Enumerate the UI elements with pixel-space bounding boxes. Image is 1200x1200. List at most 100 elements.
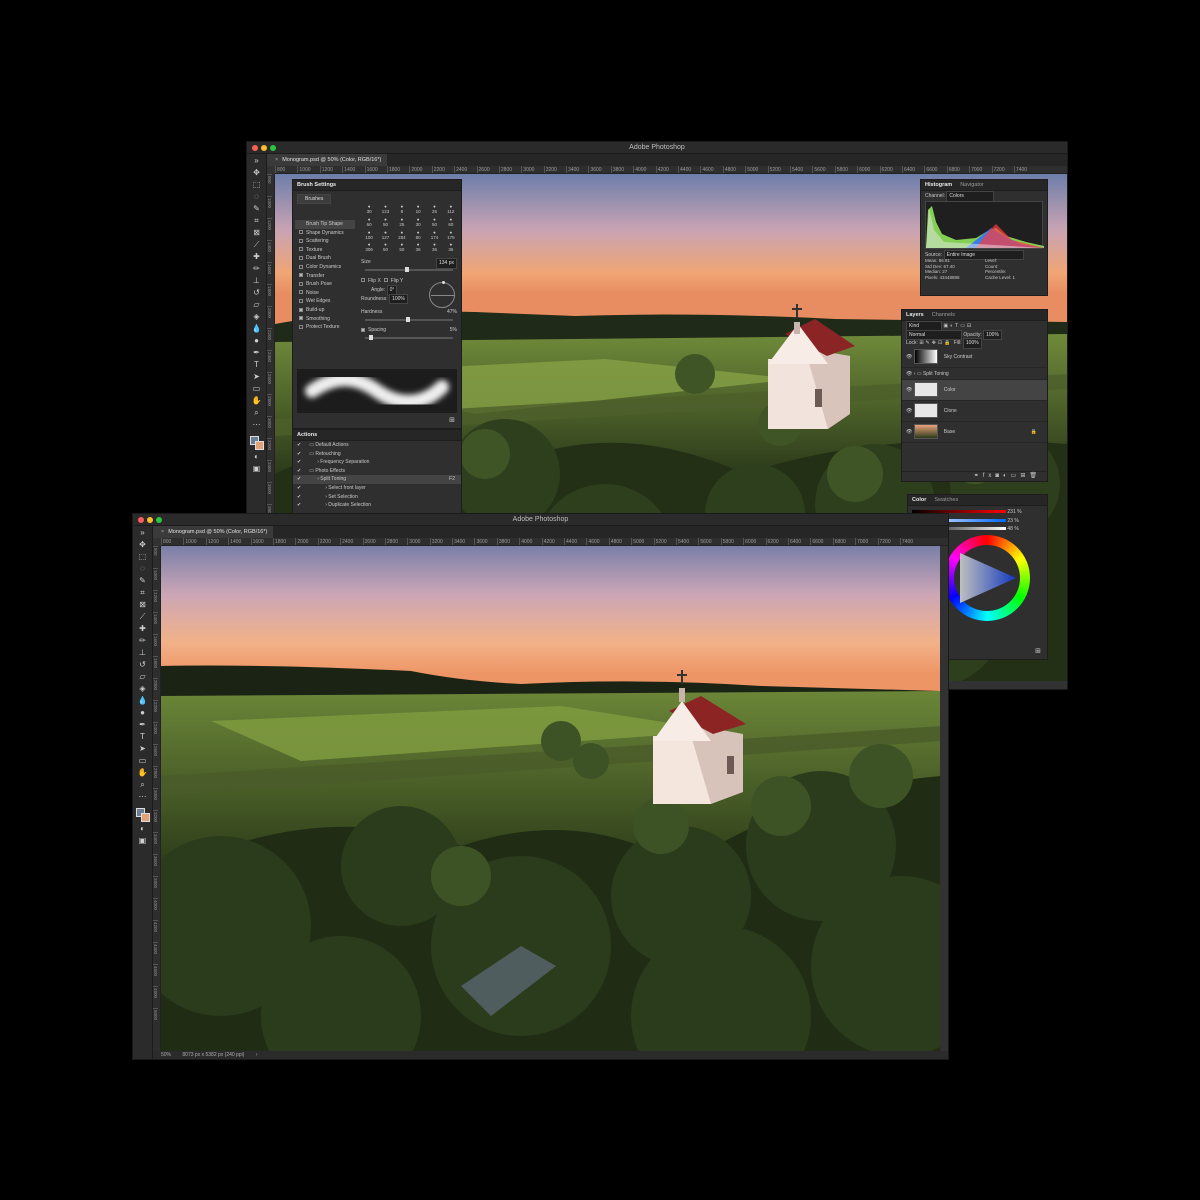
visibility-eye-icon[interactable]: 👁: [906, 354, 914, 360]
adjustment-layer-icon[interactable]: ◐: [1003, 473, 1011, 479]
healing-brush-tool-icon[interactable]: ✚: [138, 624, 148, 634]
action-item[interactable]: ✔ › Set Selection: [293, 493, 461, 502]
lasso-tool-icon[interactable]: ◌: [138, 564, 148, 574]
size-slider[interactable]: [365, 266, 453, 272]
dodge-tool-icon[interactable]: ●: [252, 336, 262, 346]
paint-bucket-tool-icon[interactable]: ◈: [138, 684, 148, 694]
more-tools-icon[interactable]: ⋯: [252, 420, 262, 430]
brush-tip-preset[interactable]: ● 36: [443, 242, 459, 254]
histogram-tab[interactable]: Histogram: [925, 182, 952, 188]
brush-option-color-dynamics[interactable]: Color Dynamics: [295, 263, 355, 272]
new-group-icon[interactable]: ▭: [1011, 473, 1021, 479]
eyedropper-tool-icon[interactable]: ⟋: [252, 240, 262, 250]
quick-select-tool-icon[interactable]: ✎: [252, 204, 262, 214]
brush-tip-preset[interactable]: ● 30: [410, 217, 426, 229]
background-color-swatch[interactable]: [254, 441, 264, 450]
color-panel-add-icon[interactable]: ⊞: [1035, 647, 1041, 655]
brushes-button[interactable]: Brushes: [297, 194, 332, 204]
brush-tip-preset[interactable]: ● 50: [394, 242, 410, 254]
brush-option-checkbox[interactable]: [299, 324, 303, 329]
frame-tool-icon[interactable]: ⊠: [252, 228, 262, 238]
zoom-level[interactable]: 50%: [161, 1052, 171, 1058]
brush-option-brush-pose[interactable]: Brush Pose: [295, 280, 355, 289]
hand-tool-icon[interactable]: ✋: [252, 396, 262, 406]
roundness-field[interactable]: 100%: [389, 293, 408, 305]
hand-tool-icon[interactable]: ✋: [138, 768, 148, 778]
layer-row[interactable]: 👁 Sky Contrast: [902, 347, 1047, 368]
brush-option-checkbox[interactable]: [299, 256, 303, 261]
brush-tip-preset[interactable]: ● 284: [394, 230, 410, 242]
hardness-slider[interactable]: [365, 316, 453, 322]
size-field[interactable]: 134 px: [435, 258, 457, 269]
eraser-tool-icon[interactable]: ▱: [252, 300, 262, 310]
brush-tip-preset[interactable]: ● 123: [377, 204, 393, 216]
brush-option-checkbox[interactable]: [299, 238, 303, 243]
color-tab[interactable]: Color: [912, 497, 926, 503]
path-selection-tool-icon[interactable]: ➤: [252, 372, 262, 382]
brush-tool-icon[interactable]: ✏: [252, 264, 262, 274]
background-color-swatch[interactable]: [140, 813, 150, 822]
history-brush-tool-icon[interactable]: ↺: [138, 660, 148, 670]
type-tool-icon[interactable]: T: [138, 732, 148, 742]
frame-tool-icon[interactable]: ⊠: [138, 600, 148, 610]
brush-option-brush-tip-shape[interactable]: Brush Tip Shape: [295, 220, 355, 229]
brush-option-smoothing[interactable]: Smoothing: [295, 315, 355, 324]
layers-tab[interactable]: Layers: [906, 312, 924, 318]
status-menu-icon[interactable]: ›: [256, 1052, 258, 1058]
brush-option-protect-texture[interactable]: Protect Texture: [295, 323, 355, 332]
eyedropper-tool-icon[interactable]: ⟋: [138, 612, 148, 622]
brush-option-noise[interactable]: Noise: [295, 289, 355, 298]
brush-tip-preset[interactable]: ● 50: [377, 217, 393, 229]
size-slider-handle[interactable]: [404, 266, 409, 272]
color-wheel[interactable]: [944, 535, 1030, 621]
swatches-tab[interactable]: Swatches: [934, 497, 958, 503]
flip-x-checkbox[interactable]: [361, 278, 365, 283]
lock-icons[interactable]: ⊞✎✥⊡🔒: [919, 340, 952, 346]
expand-toolbar-icon[interactable]: »: [252, 156, 262, 166]
brush-option-checkbox[interactable]: [299, 299, 303, 304]
brush-tip-preset[interactable]: ● 80: [410, 230, 426, 242]
rectangle-tool-icon[interactable]: ▭: [252, 384, 262, 394]
paint-bucket-tool-icon[interactable]: ◈: [252, 312, 262, 322]
layer-filter-icons[interactable]: ▣◐T▭⊟: [943, 323, 973, 329]
brush-tip-preset[interactable]: ● 100: [361, 230, 377, 242]
marquee-tool-icon[interactable]: ⬚: [252, 180, 262, 190]
more-tools-icon[interactable]: ⋯: [138, 792, 148, 802]
expand-toolbar-icon[interactable]: »: [138, 528, 148, 538]
crop-tool-icon[interactable]: ⌗: [252, 216, 262, 226]
action-enabled-check-icon[interactable]: ✔: [297, 494, 301, 500]
brush-option-checkbox[interactable]: [299, 230, 303, 235]
brush-option-build-up[interactable]: Build-up: [295, 306, 355, 315]
add-mask-icon[interactable]: ◙: [995, 473, 1003, 479]
action-item[interactable]: ✔ › Duplicate Selection: [293, 501, 461, 510]
path-selection-tool-icon[interactable]: ➤: [138, 744, 148, 754]
brush-tip-preset[interactable]: ● 174: [426, 230, 442, 242]
brush-tip-preset[interactable]: ● 127: [377, 230, 393, 242]
screen-mode-icon[interactable]: ▣: [252, 464, 262, 474]
navigator-tab[interactable]: Navigator: [960, 182, 984, 188]
delete-layer-icon[interactable]: 🗑: [1029, 473, 1041, 479]
screen-mode-icon[interactable]: ▣: [138, 836, 148, 846]
brush-tip-preset[interactable]: ● 60: [443, 217, 459, 229]
brush-option-checkbox[interactable]: [299, 247, 303, 252]
brush-option-dual-brush[interactable]: Dual Brush: [295, 254, 355, 263]
brush-tip-preset[interactable]: ● 50: [377, 242, 393, 254]
fx-icon[interactable]: fx: [983, 473, 996, 479]
brush-option-scattering[interactable]: Scattering: [295, 237, 355, 246]
brush-tip-preset[interactable]: ● 30: [361, 204, 377, 216]
color-swatches[interactable]: [249, 436, 264, 450]
layer-row[interactable]: 👁 Color: [902, 379, 1047, 401]
brush-tip-preset[interactable]: ● 10: [410, 204, 426, 216]
history-brush-tool-icon[interactable]: ↺: [252, 288, 262, 298]
brush-option-checkbox[interactable]: [299, 281, 303, 286]
brush-tip-preset[interactable]: ● 60: [361, 217, 377, 229]
brush-option-texture[interactable]: Texture: [295, 246, 355, 255]
quick-mask-icon[interactable]: ◐: [138, 824, 148, 834]
brush-tip-preset[interactable]: ● 50: [426, 217, 442, 229]
channels-tab[interactable]: Channels: [932, 312, 955, 318]
quick-select-tool-icon[interactable]: ✎: [138, 576, 148, 586]
pen-tool-icon[interactable]: ✒: [138, 720, 148, 730]
visibility-eye-icon[interactable]: 👁: [906, 387, 914, 393]
brush-tip-preset[interactable]: ● 112: [443, 204, 459, 216]
action-enabled-check-icon[interactable]: ✔: [297, 468, 301, 474]
